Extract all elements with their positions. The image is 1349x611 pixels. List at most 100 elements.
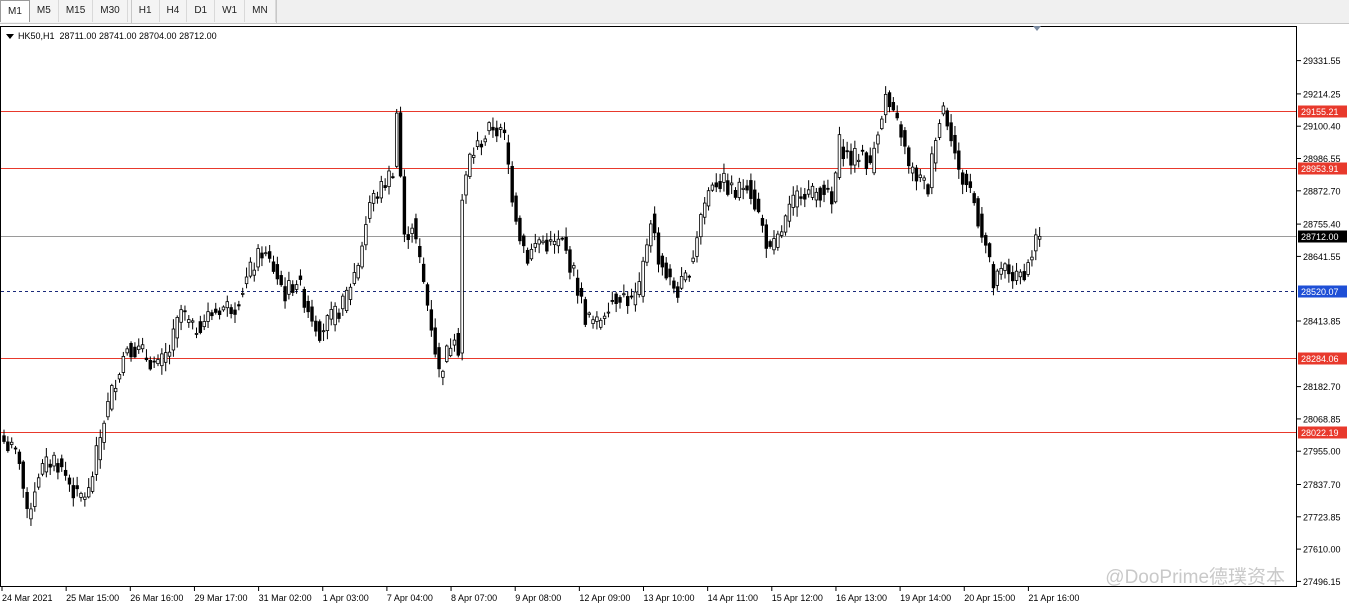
ohlc-low: 28704.00	[139, 31, 177, 41]
candle-body	[121, 355, 126, 373]
candle-body	[133, 346, 137, 358]
candle-body	[1003, 263, 1007, 271]
candle-body	[140, 344, 145, 350]
candle-body	[960, 172, 965, 185]
candle-body	[703, 202, 707, 218]
price-axis-label: 29100.40	[1303, 122, 1341, 132]
time-axis-label: 24 Mar 2021	[2, 593, 53, 603]
candle-body	[549, 239, 553, 242]
candle-body	[833, 172, 838, 203]
candle-body	[464, 174, 468, 196]
candle-body	[1034, 234, 1038, 252]
candle-body	[853, 148, 857, 166]
level-price-label: 28712.00	[1301, 232, 1339, 242]
time-axis-label: 8 Apr 07:00	[451, 593, 497, 603]
candle-body	[175, 317, 179, 339]
candle-body	[780, 231, 784, 236]
candle-body	[672, 280, 676, 289]
candle-body	[695, 237, 699, 257]
candle-body	[294, 284, 299, 290]
candle-body	[329, 309, 333, 320]
candle-body	[275, 264, 280, 280]
candle-body	[283, 286, 287, 302]
candle-body	[106, 401, 110, 418]
candle-body	[910, 166, 915, 174]
candle-body	[995, 270, 999, 286]
candle-body	[341, 295, 345, 310]
candle-body	[398, 112, 403, 177]
candle-body	[880, 118, 884, 130]
candle-body	[302, 289, 306, 308]
candle-body	[706, 190, 711, 207]
candle-body	[98, 437, 102, 461]
candle-body	[941, 105, 946, 115]
candle-body	[291, 284, 295, 293]
candle-body	[256, 248, 260, 268]
candle-body	[799, 196, 803, 199]
candle-body	[745, 185, 749, 191]
symbol-info-header: HK50,H1 28711.00 28741.00 28704.00 28712…	[6, 31, 217, 41]
candle-body	[110, 385, 114, 410]
time-axis-label: 31 Mar 02:00	[259, 593, 312, 603]
candle-body	[2, 435, 6, 442]
candle-body	[726, 180, 730, 195]
candle-body	[279, 275, 283, 286]
candle-body	[614, 293, 618, 305]
candle-body	[410, 227, 414, 234]
candle-body	[371, 193, 376, 204]
price-axis-label: 28872.70	[1303, 186, 1341, 196]
candle-body	[237, 304, 241, 307]
candle-body	[537, 239, 541, 245]
candle-body	[391, 176, 395, 179]
candle-body	[21, 461, 25, 489]
candle-body	[194, 333, 199, 335]
candle-body	[545, 239, 549, 252]
candle-body	[518, 217, 522, 242]
level-price-label: 28953.91	[1301, 164, 1339, 174]
time-axis-label: 20 Apr 15:00	[964, 593, 1015, 603]
candle-body	[568, 249, 572, 273]
candle-body	[522, 235, 526, 247]
candle-body	[152, 360, 156, 363]
candle-body	[756, 198, 761, 213]
candle-body	[471, 154, 476, 158]
candle-body	[803, 193, 807, 200]
candle-body	[826, 187, 830, 190]
candle-body	[163, 352, 168, 363]
candle-body	[429, 309, 434, 331]
candle-body	[583, 299, 588, 325]
candle-body	[937, 123, 942, 138]
candle-body	[787, 203, 792, 222]
candle-body	[502, 129, 507, 134]
candle-body	[1018, 271, 1023, 278]
level-price-label: 28022.19	[1301, 428, 1339, 438]
time-axis-label: 1 Apr 03:00	[323, 593, 369, 603]
candle-body	[926, 184, 930, 195]
candle-body	[102, 422, 106, 443]
candle-body	[433, 327, 437, 355]
candle-body	[579, 287, 584, 297]
price-axis-label: 28413.85	[1303, 317, 1341, 327]
candle-body	[914, 167, 919, 182]
candle-body	[87, 487, 91, 498]
candle-body	[248, 261, 253, 277]
candle-body	[525, 249, 530, 264]
candle-body	[487, 122, 491, 132]
candle-body	[437, 347, 441, 370]
candle-body	[383, 185, 387, 188]
candle-body	[795, 190, 799, 208]
candle-body	[907, 147, 911, 167]
candle-body	[495, 127, 499, 137]
candle-body	[810, 185, 815, 198]
candle-body	[949, 122, 953, 142]
candle-body	[860, 149, 865, 152]
symbol-dropdown-icon[interactable]	[6, 34, 14, 40]
price-axis-label: 27955.00	[1303, 447, 1341, 457]
symbol-name: HK50,H1	[18, 31, 55, 41]
candle-body	[575, 277, 580, 296]
candle-body	[1022, 271, 1026, 281]
candle-body	[267, 251, 272, 259]
candle-body	[610, 300, 614, 302]
candle-body	[760, 217, 765, 226]
price-axis-label: 28182.70	[1303, 382, 1341, 392]
